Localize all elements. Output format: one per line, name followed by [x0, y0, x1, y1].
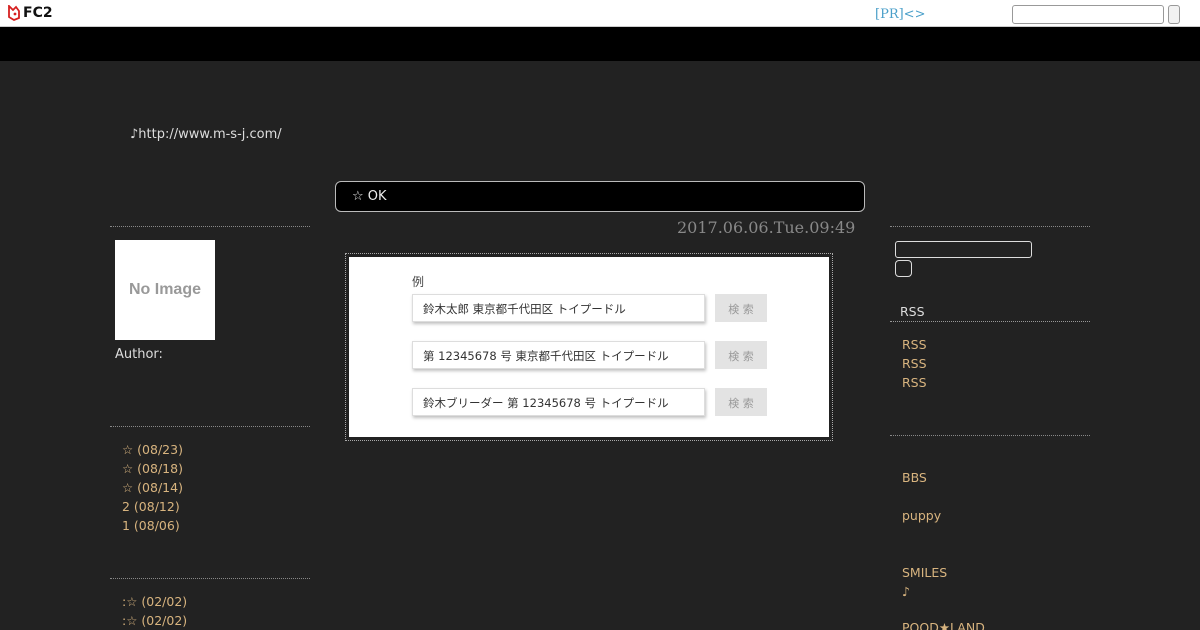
- blog-header-banner: [0, 27, 1200, 61]
- pr-link[interactable]: [PR]<>: [875, 7, 925, 22]
- example-search-button-label: 検 索: [728, 397, 754, 410]
- profile-image: No Image: [115, 240, 215, 340]
- recent-entries-list: ☆ (08/23) ☆ (08/18) ☆ (08/14) 2 (08/12) …: [122, 440, 183, 535]
- sidebar-divider: [110, 226, 310, 227]
- entry-image-frame: 例 鈴木太郎 東京都千代田区 トイプードル 検 索 第 12345678 号 東…: [345, 253, 833, 441]
- blog-url[interactable]: ♪http://www.m-s-j.com/: [130, 127, 282, 142]
- blog-search-input[interactable]: [895, 241, 1032, 258]
- bbs-link[interactable]: BBS: [902, 470, 927, 485]
- entry-image: 例 鈴木太郎 東京都千代田区 トイプードル 検 索 第 12345678 号 東…: [349, 257, 829, 437]
- smiles-link[interactable]: SMILES: [902, 565, 947, 580]
- rss-heading: RSS: [900, 304, 925, 319]
- example-search-field: 鈴木太郎 東京都千代田区 トイプードル: [412, 294, 705, 322]
- example-search-button-label: 検 索: [728, 303, 754, 316]
- example-search-text: 鈴木ブリーダー 第 12345678 号 トイプードル: [423, 396, 669, 410]
- example-search-button-label: 検 索: [728, 350, 754, 363]
- recent-entry-link[interactable]: 1 (08/06): [122, 516, 183, 535]
- fc2-search-button[interactable]: [1168, 5, 1180, 24]
- recent-entry-link[interactable]: ☆ (08/14): [122, 478, 183, 497]
- example-search-text: 第 12345678 号 東京都千代田区 トイプードル: [423, 349, 669, 363]
- sidebar-divider: [110, 578, 310, 579]
- fc2-search-input[interactable]: [1012, 5, 1164, 24]
- recent-comment-link[interactable]: :☆ (02/02): [122, 592, 187, 611]
- example-search-field: 第 12345678 号 東京都千代田区 トイプードル: [412, 341, 705, 369]
- recent-entry-link[interactable]: ☆ (08/23): [122, 440, 183, 459]
- entry-date: 2017.06.06.Tue.09:49: [677, 218, 856, 237]
- example-search-field: 鈴木ブリーダー 第 12345678 号 トイプードル: [412, 388, 705, 416]
- puppy-link[interactable]: puppy: [902, 508, 941, 523]
- example-label: 例: [412, 275, 425, 289]
- pood-land-link[interactable]: POOD★LAND: [902, 620, 985, 630]
- sidebar-divider: [890, 226, 1090, 227]
- author-label: Author:: [115, 347, 163, 362]
- rss-links-list: RSS RSS RSS: [902, 335, 927, 392]
- recent-entry-link[interactable]: ☆ (08/18): [122, 459, 183, 478]
- recent-entry-link[interactable]: 2 (08/12): [122, 497, 183, 516]
- fc2-top-bar: FC2 [PR]<>: [0, 0, 1200, 27]
- rss-link[interactable]: RSS: [902, 335, 927, 354]
- entry-title[interactable]: ☆ OK: [352, 189, 387, 204]
- rss-link[interactable]: RSS: [902, 373, 927, 392]
- fc2-fox-icon: [8, 5, 20, 21]
- entry-title-box: ☆ OK: [335, 181, 865, 212]
- example-search-button: 検 索: [715, 294, 767, 322]
- example-search-button: 検 索: [715, 341, 767, 369]
- example-search-text: 鈴木太郎 東京都千代田区 トイプードル: [423, 302, 626, 316]
- rss-link[interactable]: RSS: [902, 354, 927, 373]
- example-search-button: 検 索: [715, 388, 767, 416]
- music-note-link[interactable]: ♪: [902, 584, 910, 599]
- fc2-logo-text: FC2: [23, 5, 53, 21]
- blog-search-button[interactable]: [895, 260, 912, 277]
- recent-comments-list: :☆ (02/02) :☆ (02/02): [122, 592, 187, 630]
- sidebar-divider: [890, 435, 1090, 436]
- recent-comment-link[interactable]: :☆ (02/02): [122, 611, 187, 630]
- sidebar-divider: [110, 426, 310, 427]
- fc2-logo[interactable]: FC2: [7, 5, 53, 21]
- no-image-text: No Image: [128, 281, 201, 298]
- rss-heading-underline: [890, 321, 1090, 322]
